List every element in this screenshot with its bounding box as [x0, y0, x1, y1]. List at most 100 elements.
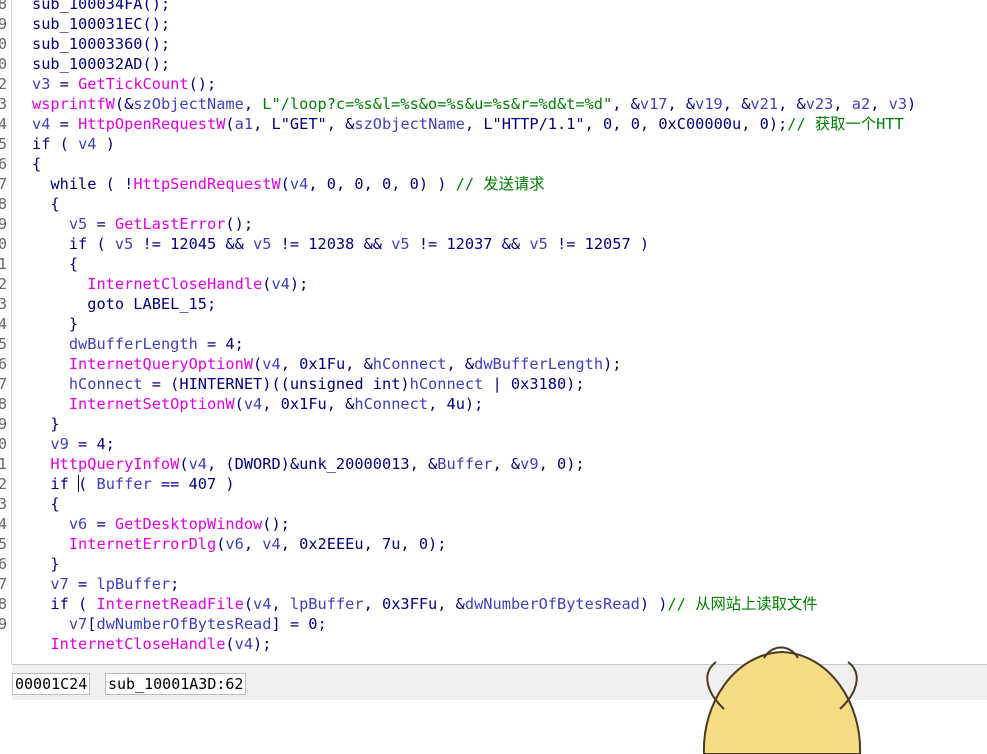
code-line[interactable]: }: [32, 414, 59, 434]
code-token[interactable]: lpBuffer: [96, 575, 170, 593]
code-token[interactable]: szObjectName: [354, 115, 465, 133]
code-token[interactable]: HttpOpenRequestW: [78, 115, 225, 133]
code-token[interactable]: v4: [244, 395, 262, 413]
code-token[interactable]: v5: [253, 235, 271, 253]
code-token[interactable]: wsprintfW: [32, 95, 115, 113]
code-token[interactable]: dwBufferLength: [474, 355, 603, 373]
code-line[interactable]: if ( v4 ): [32, 134, 115, 154]
code-line[interactable]: v7[dwNumberOfBytesRead] = 0;: [32, 614, 327, 634]
code-token[interactable]: dwNumberOfBytesRead: [96, 615, 271, 633]
code-token[interactable]: GetTickCount: [78, 75, 189, 93]
code-line[interactable]: InternetErrorDlg(v6, v4, 0x2EEEu, 7u, 0)…: [32, 534, 447, 554]
code-line[interactable]: sub_100032AD();: [32, 54, 170, 74]
code-line[interactable]: {: [32, 494, 59, 514]
code-token[interactable]: hConnect: [373, 355, 447, 373]
code-line[interactable]: }: [32, 314, 78, 334]
code-line[interactable]: }: [32, 554, 59, 574]
code-token: , &: [326, 115, 355, 133]
code-token[interactable]: a2: [852, 95, 870, 113]
code-line[interactable]: v3 = GetTickCount();: [32, 74, 216, 94]
code-token[interactable]: v5: [391, 235, 409, 253]
code-line[interactable]: if ( InternetReadFile(v4, lpBuffer, 0x3F…: [32, 594, 817, 614]
code-token[interactable]: Buffer: [96, 475, 151, 493]
code-line[interactable]: InternetCloseHandle(v4);: [32, 634, 271, 654]
code-token[interactable]: v9: [50, 435, 68, 453]
code-line[interactable]: if ( v5 != 12045 && v5 != 12038 && v5 !=…: [32, 234, 649, 254]
code-token[interactable]: hConnect: [354, 395, 428, 413]
code-line[interactable]: {: [32, 194, 59, 214]
code-token: , 0);: [538, 455, 585, 473]
code-line[interactable]: v9 = 4;: [32, 434, 114, 454]
code-token[interactable]: v19: [695, 95, 723, 113]
code-line[interactable]: InternetQueryOptionW(v4, 0x1Fu, &hConnec…: [32, 354, 622, 374]
line-number: 3: [0, 294, 10, 314]
code-line[interactable]: sub_10003360();: [32, 34, 170, 54]
code-token[interactable]: v5: [529, 235, 547, 253]
code-token[interactable]: v7: [50, 575, 68, 593]
code-line[interactable]: HttpQueryInfoW(v4, (DWORD)&unk_20000013,…: [32, 454, 585, 474]
code-token[interactable]: dwBufferLength: [69, 335, 198, 353]
code-token[interactable]: lpBuffer: [290, 595, 364, 613]
code-line[interactable]: hConnect = (HINTERNET)((unsigned int)hCo…: [32, 374, 585, 394]
code-token[interactable]: v6: [69, 515, 87, 533]
code-token[interactable]: v4: [189, 455, 207, 473]
code-token[interactable]: v9: [520, 455, 538, 473]
code-line[interactable]: InternetSetOptionW(v4, 0x1Fu, &hConnect,…: [32, 394, 483, 414]
code-line[interactable]: sub_100034FA();: [32, 0, 170, 14]
code-token[interactable]: InternetCloseHandle: [87, 275, 262, 293]
code-token: {: [32, 255, 79, 273]
code-token[interactable]: v23: [806, 95, 834, 113]
code-token[interactable]: v4: [262, 355, 280, 373]
code-token[interactable]: szObjectName: [133, 95, 244, 113]
code-token[interactable]: v5: [69, 215, 87, 233]
code-token[interactable]: v4: [290, 175, 308, 193]
line-number: 2: [0, 474, 10, 494]
code-token[interactable]: InternetQueryOptionW: [69, 355, 253, 373]
code-token[interactable]: hConnect: [410, 375, 484, 393]
code-token[interactable]: HttpQueryInfoW: [50, 455, 179, 473]
code-line[interactable]: {: [32, 254, 78, 274]
pseudocode-view[interactable]: sub_100034FA(); sub_100031EC(); sub_100033…: [12, 0, 987, 664]
code-line[interactable]: v7 = lpBuffer;: [32, 574, 179, 594]
code-token[interactable]: InternetErrorDlg: [69, 535, 216, 553]
code-token[interactable]: a1: [235, 115, 253, 133]
code-line[interactable]: {: [32, 154, 41, 174]
code-token[interactable]: dwNumberOfBytesRead: [465, 595, 640, 613]
code-token[interactable]: v4: [235, 635, 253, 653]
code-token[interactable]: v5: [115, 235, 133, 253]
code-token[interactable]: InternetSetOptionW: [69, 395, 235, 413]
code-token[interactable]: v6: [225, 535, 243, 553]
code-token[interactable]: hConnect: [69, 375, 143, 393]
code-token[interactable]: v7: [69, 615, 87, 633]
code-token[interactable]: v3: [889, 95, 907, 113]
code-token[interactable]: v4: [271, 275, 289, 293]
code-line[interactable]: v5 = GetLastError();: [32, 214, 253, 234]
code-token[interactable]: InternetCloseHandle: [50, 635, 225, 653]
code-token[interactable]: v21: [750, 95, 778, 113]
code-token[interactable]: v4: [32, 115, 50, 133]
code-line[interactable]: InternetCloseHandle(v4);: [32, 274, 308, 294]
code-token: != 12057 ): [547, 235, 650, 253]
code-line[interactable]: v6 = GetDesktopWindow();: [32, 514, 290, 534]
code-token[interactable]: v4: [78, 135, 96, 153]
code-token[interactable]: v4: [253, 595, 271, 613]
code-token[interactable]: InternetReadFile: [96, 595, 243, 613]
code-line[interactable]: v4 = HttpOpenRequestW(a1, L"GET", &szObj…: [32, 114, 904, 134]
code-token[interactable]: v4: [262, 535, 280, 553]
code-line[interactable]: dwBufferLength = 4;: [32, 334, 244, 354]
code-line[interactable]: while ( !HttpSendRequestW(v4, 0, 0, 0, 0…: [32, 174, 544, 194]
code-line[interactable]: goto LABEL_15;: [32, 294, 216, 314]
code-token[interactable]: Buffer: [437, 455, 492, 473]
code-token[interactable]: GetLastError: [115, 215, 226, 233]
code-token[interactable]: v17: [640, 95, 668, 113]
code-line[interactable]: if ( Buffer == 407 ): [32, 474, 235, 494]
code-token: , &: [612, 95, 640, 113]
code-line[interactable]: sub_100031EC();: [32, 14, 170, 34]
line-number: 7: [0, 574, 10, 594]
code-token[interactable]: HttpSendRequestW: [133, 175, 280, 193]
code-token: , 0x1Fu, &: [262, 395, 355, 413]
code-token[interactable]: GetDesktopWindow: [115, 515, 262, 533]
code-token[interactable]: v3: [32, 75, 50, 93]
code-line[interactable]: wsprintfW(&szObjectName, L"/loop?c=%s&l=…: [32, 94, 916, 114]
